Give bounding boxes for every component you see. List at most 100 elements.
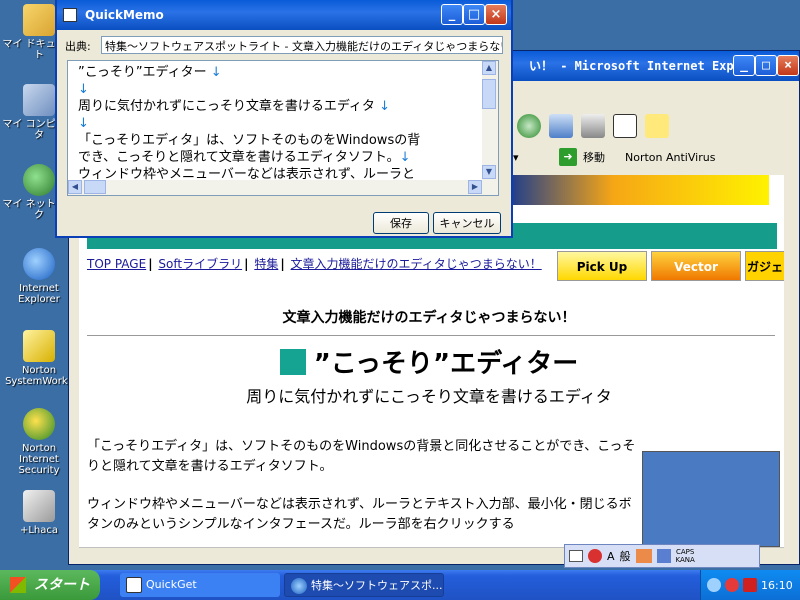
lhaca-icon xyxy=(23,490,55,522)
history-icon[interactable] xyxy=(517,114,541,138)
desktop-icon-label: Norton Internet Security xyxy=(18,443,60,476)
norton-systemworks-icon xyxy=(23,330,55,362)
desktop-icon-label: +Lhaca xyxy=(19,525,59,536)
clock[interactable]: 16:10 xyxy=(761,579,793,592)
source-input[interactable]: 特集～ソフトウェアスポットライト - 文章入力機能だけのエディタじゃつまらない xyxy=(101,36,503,54)
caps-kana-indicator: CAPS KANA xyxy=(675,548,695,564)
norton-internet-security-icon xyxy=(23,408,55,440)
breadcrumb: TOP PAGE | Softライブラリ | 特集 | 文章入力機能だけのエディタじゃ… xyxy=(87,257,542,271)
memo-line: ウィンドウ枠やメニューバーなどは表示されず、ルーラと xyxy=(78,167,415,181)
desktop-icon-norton-internet-security[interactable]: Norton Internet Security xyxy=(2,408,76,476)
breadcrumb-top-page[interactable]: TOP PAGE xyxy=(87,257,146,271)
desktop-icon-label: Internet Explorer xyxy=(18,283,60,305)
line-break-arrow-icon: ↓ xyxy=(78,82,89,97)
line-break-arrow-icon: ↓ xyxy=(78,116,89,131)
ie-minimize-button[interactable]: _ xyxy=(733,55,755,76)
internet-explorer-icon xyxy=(291,578,307,594)
divider xyxy=(87,335,775,336)
line-break-arrow-icon: ↓ xyxy=(379,99,390,114)
quickmemo-window[interactable]: QuickMemo _ □ × 出典: 特集～ソフトウェアスポットライト - 文… xyxy=(55,0,513,238)
screenshot-thumbnail[interactable] xyxy=(642,451,780,547)
network-icon xyxy=(23,164,55,196)
keyboard-icon[interactable] xyxy=(569,550,583,562)
memo-text-lines: ”こっそり”エディター ↓ ↓ 周りに気付かれずにこっそり文章を書けるエディタ … xyxy=(68,61,486,181)
page-paragraph-2: ウィンドウ枠やメニューバーなどは表示されず、ルーラとテキスト入力部、最小化・閉じ… xyxy=(87,497,632,532)
memo-line: でき、こっそりと隠れて文章を書けるエディタソフト。↓ xyxy=(78,150,411,165)
cancel-button[interactable]: キャンセル xyxy=(433,212,501,234)
scroll-thumb[interactable] xyxy=(84,180,106,194)
go-button[interactable]: 移動 xyxy=(583,149,605,165)
page-title: ”こっそり”エディター xyxy=(79,343,779,380)
memo-line: ↓ xyxy=(78,81,476,98)
ime-tool-icon[interactable] xyxy=(635,549,652,563)
norton-tray-icon[interactable] xyxy=(725,578,739,592)
scroll-up-icon[interactable]: ▲ xyxy=(482,61,496,75)
ie-vertical-scrollbar[interactable] xyxy=(785,175,799,547)
line-break-arrow-icon: ↓ xyxy=(210,65,222,80)
ad-gadget[interactable]: ガジェ xyxy=(745,251,784,281)
page-paragraph-1: 「こっそりエディタ」は、ソフトそのものをWindowsの背景と同化させることがで… xyxy=(87,439,636,474)
memo-line: ”こっそり”エディター ↓ xyxy=(78,65,222,80)
desktop-icon-label: Norton SystemWorks xyxy=(5,365,73,387)
scroll-down-icon[interactable]: ▼ xyxy=(482,165,496,179)
desktop-icon-lhaca[interactable]: +Lhaca xyxy=(2,490,76,536)
norton-antivirus-link[interactable]: Norton AntiVirus xyxy=(625,151,715,164)
line-break-arrow-icon: ↓ xyxy=(399,150,411,165)
page-subtitle: 周りに気付かれずにこっそり文章を書けるエディタ xyxy=(246,387,612,406)
desktop-icon-internet-explorer[interactable]: Internet Explorer xyxy=(2,248,76,305)
mail-icon[interactable] xyxy=(549,114,573,138)
desktop-icon-norton-systemworks[interactable]: Norton SystemWorks xyxy=(2,330,76,387)
breadcrumb-soft-library[interactable]: Softライブラリ xyxy=(158,257,242,271)
koss-logo-icon xyxy=(279,349,306,375)
note-icon[interactable] xyxy=(645,114,669,138)
memo-horizontal-scrollbar[interactable]: ◀ ▶ xyxy=(68,180,498,195)
page-title-text: ”こっそり”エディター xyxy=(313,349,579,379)
quickmemo-title-bar[interactable]: QuickMemo _ □ × xyxy=(57,0,511,30)
tray-expand-icon[interactable] xyxy=(707,578,721,592)
system-tray: 16:10 xyxy=(700,570,800,600)
ad-pickup[interactable]: Pick Up xyxy=(557,251,647,281)
help-icon[interactable] xyxy=(656,549,671,563)
ime-pad-icon[interactable] xyxy=(588,549,602,563)
scroll-thumb[interactable] xyxy=(482,79,496,109)
quickmemo-title: QuickMemo xyxy=(85,8,164,22)
ad-vector[interactable]: Vector xyxy=(651,251,741,281)
page-ads: Pick Up Vector ガジェ xyxy=(557,251,784,281)
source-label: 出典: xyxy=(65,40,91,53)
ie-maximize-button[interactable]: □ xyxy=(755,55,777,76)
word-icon[interactable] xyxy=(613,114,637,138)
internet-explorer-icon xyxy=(23,248,55,280)
memo-line: 周りに気付かれずにこっそり文章を書けるエディタ ↓ xyxy=(78,99,390,114)
ime-language-bar[interactable]: A 般 CAPS KANA xyxy=(564,544,760,568)
print-icon[interactable] xyxy=(581,114,605,138)
page-banner[interactable] xyxy=(509,175,769,205)
ati-tray-icon[interactable] xyxy=(743,578,757,592)
ie-window-title: い！ - Microsoft Internet Expl... xyxy=(529,59,763,73)
windows-logo-icon xyxy=(10,577,26,593)
computer-icon xyxy=(23,84,55,116)
quickmemo-maximize-button[interactable]: □ xyxy=(463,4,485,25)
breadcrumb-current[interactable]: 文章入力機能だけのエディタじゃつまらない！ xyxy=(291,257,542,271)
taskbar-item-ie[interactable]: 特集～ソフトウェアスポ... xyxy=(284,573,444,597)
save-button[interactable]: 保存 xyxy=(373,212,429,234)
breadcrumb-feature[interactable]: 特集 xyxy=(254,257,278,271)
memo-line: ↓ xyxy=(78,115,476,132)
ie-toolbar xyxy=(509,111,799,141)
folder-icon xyxy=(23,4,55,36)
ie-close-button[interactable]: × xyxy=(777,55,799,76)
quickmemo-close-button[interactable]: × xyxy=(485,4,507,25)
ime-mode-a[interactable]: A xyxy=(607,550,615,563)
memo-textarea[interactable]: ”こっそり”エディター ↓ ↓ 周りに気付かれずにこっそり文章を書けるエディタ … xyxy=(67,60,499,196)
page-heading: 文章入力機能だけのエディタじゃつまらない！ xyxy=(282,310,576,326)
scroll-left-icon[interactable]: ◀ xyxy=(68,180,82,194)
go-arrow-icon[interactable]: ➜ xyxy=(559,148,577,166)
memo-vertical-scrollbar[interactable]: ▲ ▼ xyxy=(482,61,498,181)
start-button[interactable]: スタート xyxy=(0,570,100,600)
quickmemo-app-icon xyxy=(63,8,77,22)
taskbar-item-quickget[interactable]: QuickGet xyxy=(120,573,280,597)
quickget-icon xyxy=(126,577,142,593)
quickmemo-minimize-button[interactable]: _ xyxy=(441,4,463,25)
chevron-down-icon[interactable]: ▾ xyxy=(513,151,553,164)
scroll-right-icon[interactable]: ▶ xyxy=(468,180,482,194)
ime-mode-general[interactable]: 般 xyxy=(620,548,631,564)
